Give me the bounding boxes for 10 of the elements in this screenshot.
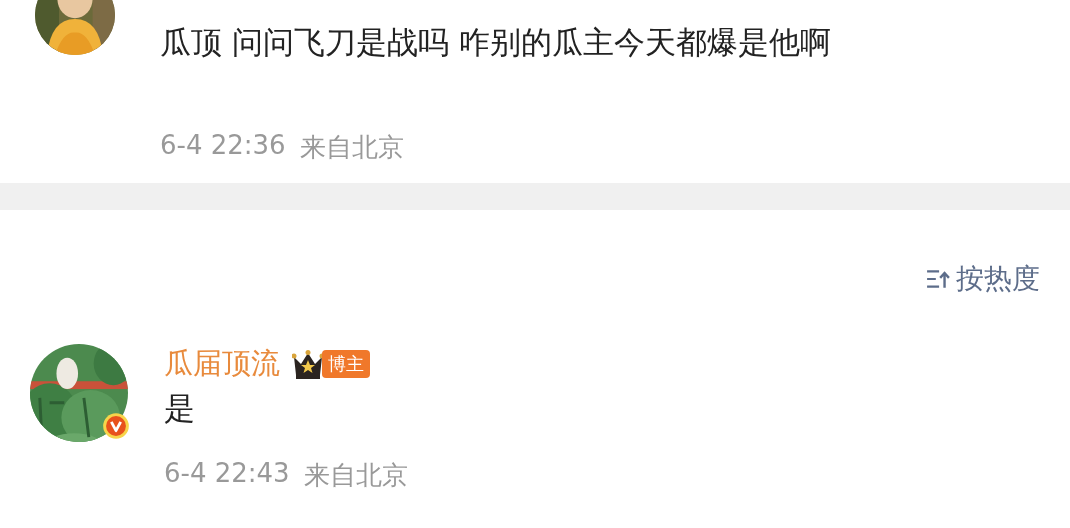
sort-button[interactable]: 按热度 [926, 260, 1040, 298]
comment-text: 是 [164, 389, 196, 428]
timestamp: 6-4 22:43 [164, 458, 290, 490]
comment-text: 瓜顶 问问飞刀是战吗 咋别的瓜主今天都爆是他啊 [160, 23, 831, 62]
crown-icon [292, 348, 324, 380]
role-badge: 博主 [322, 350, 370, 378]
timestamp: 6-4 22:36 [160, 130, 286, 162]
location-text: 来自北京 [299, 131, 404, 164]
location-text: 来自北京 [303, 459, 408, 492]
sort-icon [926, 268, 950, 290]
